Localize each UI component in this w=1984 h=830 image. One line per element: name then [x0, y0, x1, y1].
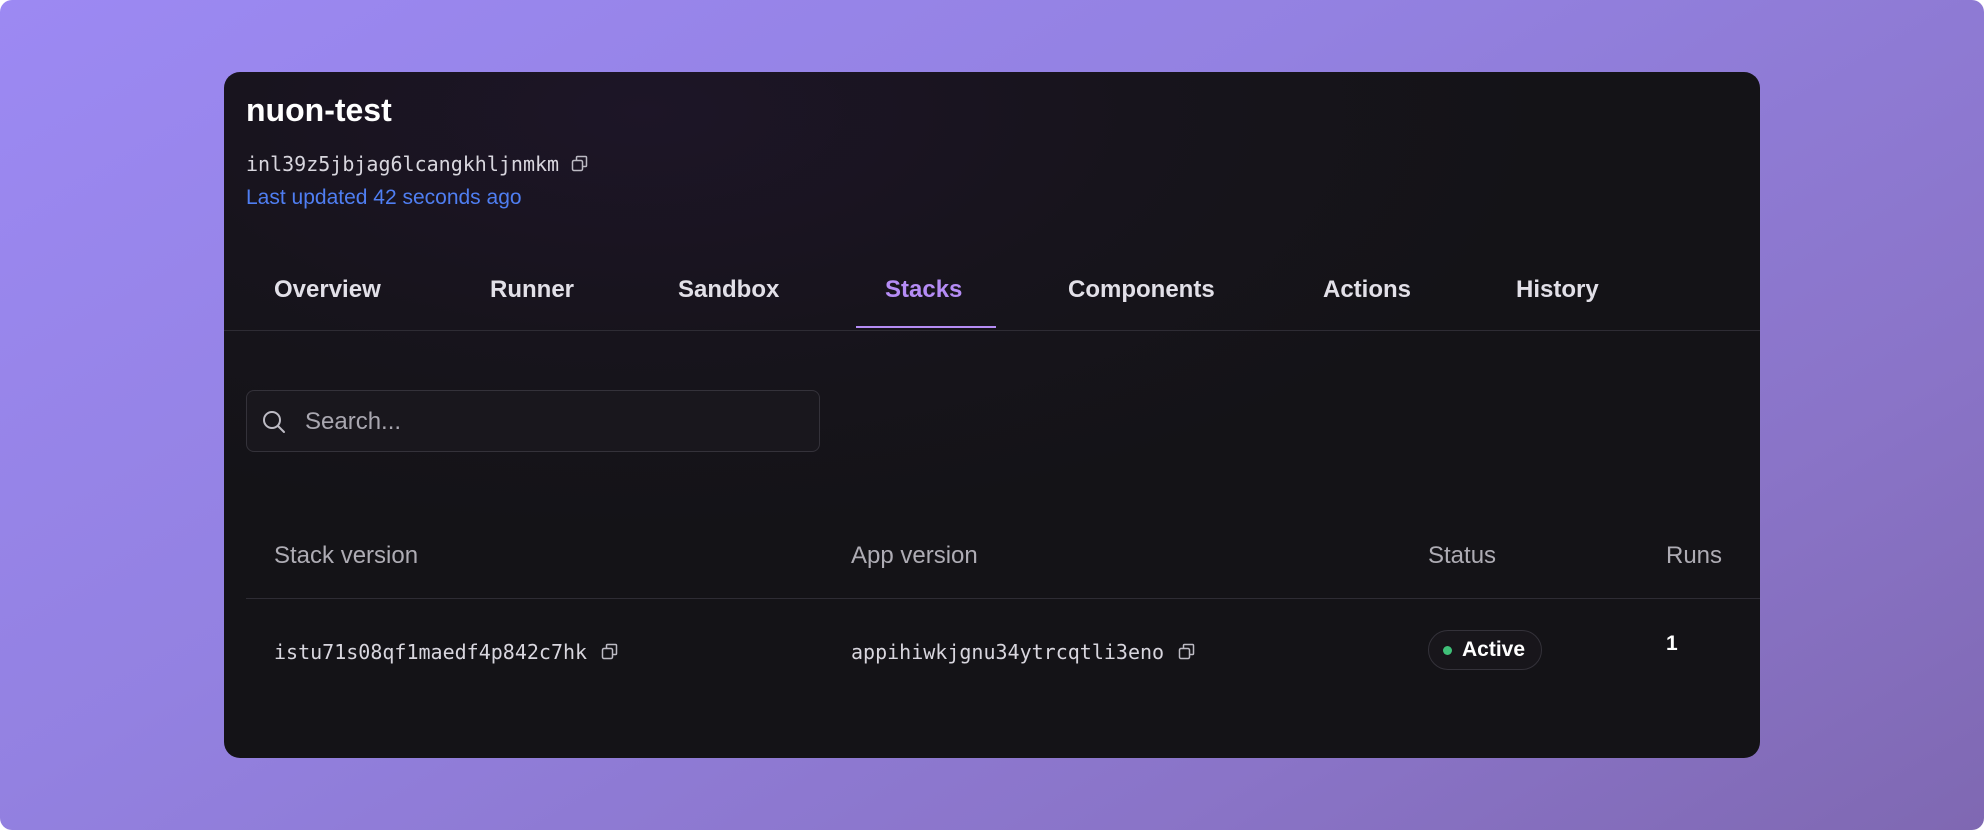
install-name: nuon-test: [246, 92, 392, 128]
status-label: Active: [1462, 638, 1526, 661]
copy-icon[interactable]: [1178, 643, 1196, 661]
tab-runner[interactable]: Runner: [490, 272, 574, 330]
tab-history[interactable]: History: [1516, 272, 1599, 330]
tab-stacks[interactable]: Stacks: [885, 272, 962, 330]
copy-icon[interactable]: [571, 155, 589, 173]
app-version-cell: appihiwkjgnu34ytrcqtli3eno: [851, 640, 1196, 664]
table-header-divider: [246, 598, 1760, 599]
runs-count: 1: [1666, 632, 1678, 655]
stack-version: istu71s08qf1maedf4p842c7hk: [274, 640, 588, 664]
tab-actions[interactable]: Actions: [1323, 272, 1411, 330]
copy-icon[interactable]: [601, 643, 619, 661]
column-header-app-version[interactable]: App version: [851, 542, 978, 570]
active-tab-indicator: [856, 326, 996, 328]
install-id: inl39z5jbjag6lcangkhljnmkm: [246, 152, 560, 176]
tab-sandbox[interactable]: Sandbox: [678, 272, 779, 330]
column-header-status[interactable]: Status: [1428, 542, 1496, 570]
column-header-runs[interactable]: Runs: [1666, 542, 1722, 570]
app-version: appihiwkjgnu34ytrcqtli3eno: [851, 640, 1165, 664]
column-header-stack-version[interactable]: Stack version: [274, 542, 418, 570]
search-input[interactable]: [303, 401, 807, 443]
status-dot-icon: [1443, 645, 1452, 655]
status-badge: Active: [1428, 630, 1543, 670]
tab-overview[interactable]: Overview: [274, 272, 381, 330]
search-box: [246, 390, 820, 452]
tab-bar: Overview Runner Sandbox Stacks Component…: [224, 272, 1760, 331]
search-icon: [263, 411, 285, 433]
tab-components[interactable]: Components: [1068, 272, 1215, 330]
last-updated: Last updated 42 seconds ago: [246, 186, 522, 209]
stack-version-cell: istu71s08qf1maedf4p842c7hk: [274, 640, 619, 664]
install-panel: nuon-test inl39z5jbjag6lcangkhljnmkm Las…: [224, 72, 1760, 758]
install-id-row: inl39z5jbjag6lcangkhljnmkm: [246, 152, 589, 176]
